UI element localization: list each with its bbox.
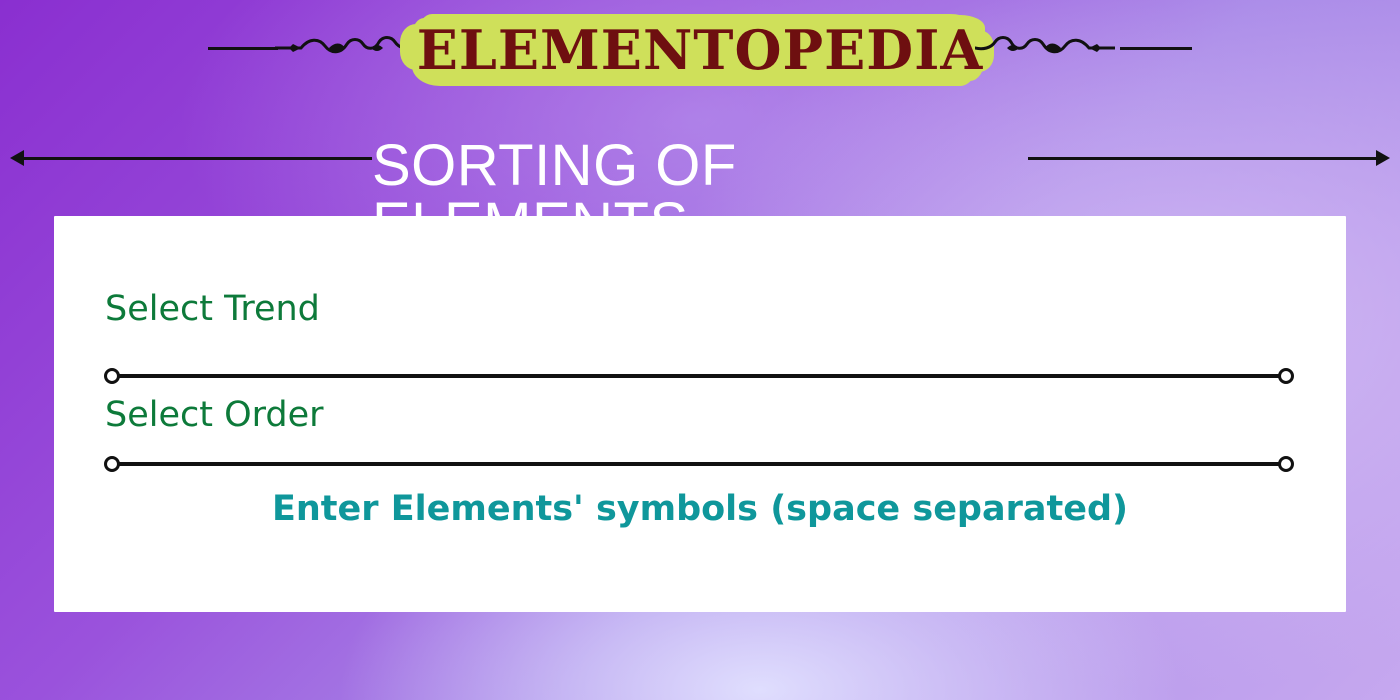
select-trend-slider[interactable] [104, 368, 1294, 384]
circle-handle-icon[interactable] [104, 456, 120, 472]
element-symbols-input-prompt[interactable]: Enter Elements' symbols (space separated… [54, 488, 1346, 530]
circle-handle-icon[interactable] [104, 368, 120, 384]
brand-right-rule [1120, 47, 1192, 50]
ornamental-flourish-icon [275, 36, 415, 54]
brand-header: ELEMENTOPEDIA [0, 0, 1400, 100]
section-left-line [18, 157, 372, 160]
select-order-label: Select Order [105, 395, 324, 435]
right-arrow-icon [1376, 150, 1390, 166]
brand-left-rule [208, 47, 278, 50]
ornamental-flourish-icon [975, 36, 1115, 54]
app-title: ELEMENTOPEDIA [416, 18, 984, 82]
select-trend-label: Select Trend [105, 289, 320, 329]
select-order-slider[interactable] [104, 456, 1294, 472]
select-order-slider-track[interactable] [111, 462, 1287, 466]
select-trend-slider-track[interactable] [111, 374, 1287, 378]
circle-handle-icon[interactable] [1278, 368, 1294, 384]
circle-handle-icon[interactable] [1278, 456, 1294, 472]
section-right-line [1028, 157, 1382, 160]
sorting-form-card: Select Trend Select Order Enter Elements… [54, 216, 1346, 612]
